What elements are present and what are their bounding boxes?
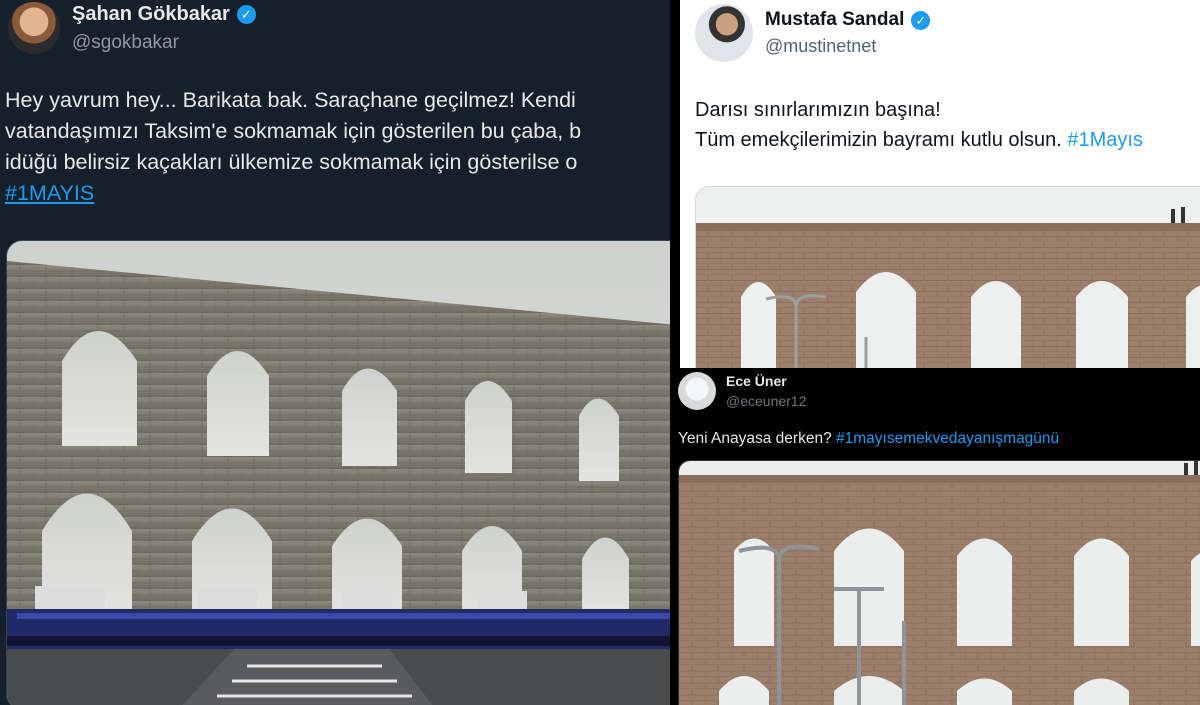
avatar[interactable] [8, 2, 60, 54]
verified-badge-icon: ✓ [236, 4, 256, 24]
tweet-text-line: Tüm emekçilerimizin bayramı kutlu olsun.… [695, 125, 1200, 155]
tweet-photo-aqueduct-barricade[interactable] [6, 240, 670, 705]
hashtag-link[interactable]: #1MAYIS [5, 181, 94, 205]
avatar[interactable] [695, 4, 753, 62]
tweet-text: Yeni Anayasa derken? #1mayısemekvedayanı… [678, 430, 1200, 448]
tweet-text-line: Darısı sınırlarımızın başına! [695, 99, 941, 121]
tweet-ece-uner[interactable]: Ece Üner @eceuner12 Yeni Anayasa derken?… [670, 368, 1200, 705]
display-name[interactable]: Mustafa Sandal ✓ [765, 9, 931, 31]
display-name-text[interactable]: Şahan Gökbakar [72, 3, 230, 26]
hashtag-link[interactable]: #1Mayıs [1067, 129, 1143, 151]
handle[interactable]: @mustinetnet [765, 36, 930, 57]
user-names: Mustafa Sandal ✓ @mustinetnet [765, 9, 931, 57]
tweet-header: Şahan Gökbakar ✓ @sgokbakar [8, 2, 256, 54]
tweet-text-line: Hey yavrum hey... Barikata bak. Saraçhan… [5, 88, 576, 112]
aqueduct-photo [696, 187, 1200, 368]
tweet-text-segment: Yeni Anayasa derken? [678, 430, 832, 447]
hashtag-link[interactable]: #1mayısemekvedayanışmagünü [836, 430, 1059, 447]
tweet-header: Ece Üner @eceuner12 [678, 372, 806, 410]
avatar[interactable] [678, 372, 716, 410]
tweet-text-line: idüğü belirsiz kaçakları ülkemize sokmam… [5, 150, 578, 174]
user-names: Ece Üner @eceuner12 [726, 373, 806, 409]
tweet-photo-aqueduct[interactable] [695, 186, 1200, 368]
tweet-text: Hey yavrum hey... Barikata bak. Saraçhan… [5, 85, 670, 209]
tweet-text-segment: Tüm emekçilerimizin bayramı kutlu olsun. [695, 129, 1062, 151]
handle[interactable]: @sgokbakar [72, 32, 256, 54]
handle[interactable]: @eceuner12 [726, 393, 806, 409]
verified-badge-icon: ✓ [911, 10, 931, 30]
tweet-text: Darısı sınırlarımızın başına! Tüm emekçi… [695, 95, 1200, 155]
tweet-mustafa-sandal[interactable]: Mustafa Sandal ✓ @mustinetnet Darısı sın… [680, 0, 1200, 368]
tweet-sahan-gokbakar[interactable]: Şahan Gökbakar ✓ @sgokbakar Hey yavrum h… [0, 0, 670, 705]
tweet-text-line: vatandaşımızı Taksim'e sokmamak için gös… [5, 119, 582, 143]
display-name[interactable]: Ece Üner [726, 373, 806, 389]
tweet-photo-aqueduct[interactable] [678, 460, 1200, 705]
tweet-header: Mustafa Sandal ✓ @mustinetnet [695, 4, 931, 62]
aqueduct-photo [7, 241, 670, 705]
user-names: Şahan Gökbakar ✓ @sgokbakar [72, 3, 256, 54]
display-name[interactable]: Şahan Gökbakar ✓ [72, 3, 256, 26]
aqueduct-photo [679, 461, 1200, 705]
display-name-text[interactable]: Mustafa Sandal [765, 9, 904, 31]
